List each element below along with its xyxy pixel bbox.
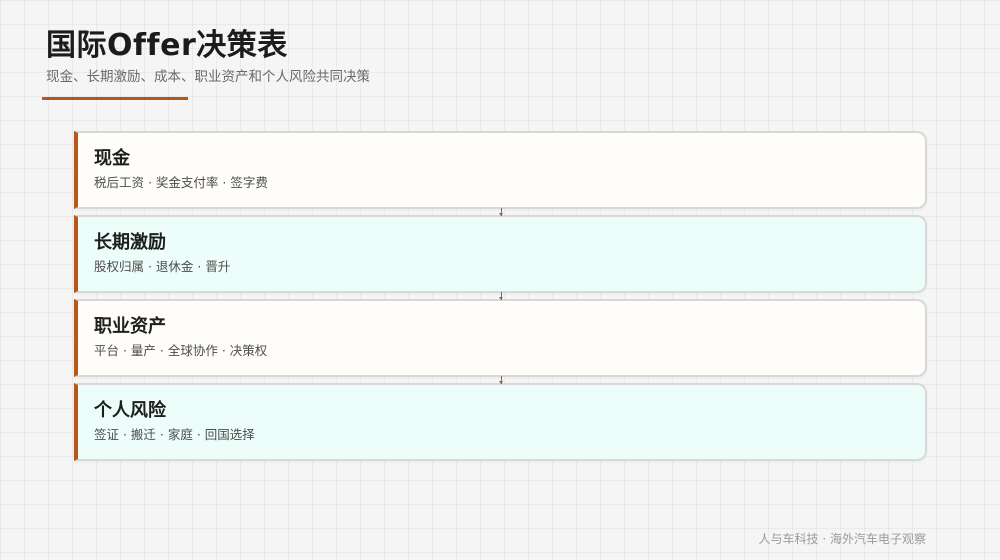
page-header: 国际Offer决策表 现金、长期激励、成本、职业资产和个人风险共同决策: [46, 26, 646, 86]
decision-card-career-assets: 职业资产 平台 · 量产 · 全球协作 · 决策权: [74, 299, 927, 384]
decision-card-cash: 现金 税后工资 · 奖金支付率 · 签字费: [74, 131, 927, 216]
card-description: 税后工资 · 奖金支付率 · 签字费: [94, 175, 268, 190]
connector-arrow-icon: [499, 292, 503, 300]
card-title: 职业资产: [94, 316, 166, 337]
title-accent-underline: [42, 97, 188, 100]
card-title: 长期激励: [94, 232, 166, 253]
page-title: 国际Offer决策表: [46, 28, 288, 63]
page-subtitle: 现金、长期激励、成本、职业资产和个人风险共同决策: [46, 69, 370, 85]
connector-arrow-icon: [499, 208, 503, 216]
decision-card-stack: 现金 税后工资 · 奖金支付率 · 签字费 长期激励 股权归属 · 退休金 · …: [74, 131, 927, 461]
card-description: 平台 · 量产 · 全球协作 · 决策权: [94, 343, 268, 358]
card-title: 现金: [94, 148, 130, 169]
card-description: 股权归属 · 退休金 · 晋升: [94, 259, 231, 274]
decision-card-long-term-incentive: 长期激励 股权归属 · 退休金 · 晋升: [74, 215, 927, 300]
footer-credit: 人与车科技 · 海外汽车电子观察: [758, 532, 926, 546]
card-description: 签证 · 搬迁 · 家庭 · 回国选择: [94, 427, 255, 442]
card-title: 个人风险: [94, 400, 166, 421]
decision-card-personal-risk: 个人风险 签证 · 搬迁 · 家庭 · 回国选择: [74, 383, 927, 461]
connector-arrow-icon: [499, 376, 503, 384]
